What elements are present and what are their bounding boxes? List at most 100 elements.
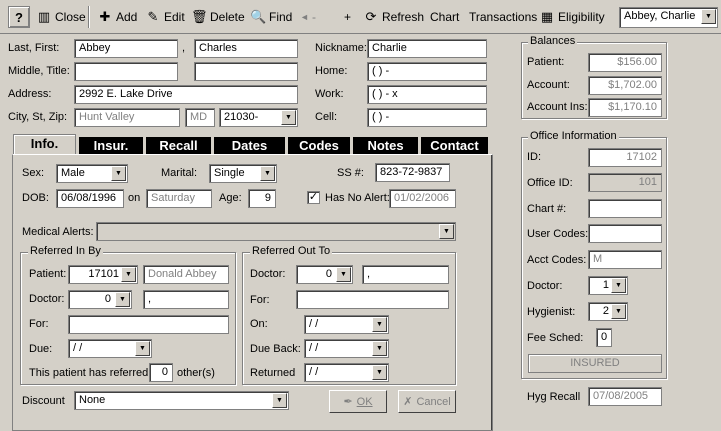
cancel-button[interactable]: ✗ Cancel <box>398 390 456 413</box>
marital-select[interactable]: Single ▼ <box>209 164 277 183</box>
ro-for-field[interactable] <box>296 290 449 309</box>
help-button[interactable]: ? <box>8 6 30 28</box>
tab-recall[interactable]: Recall <box>146 137 211 154</box>
ri-doctor-select[interactable]: 0 ▼ <box>68 290 132 309</box>
hygienist-select[interactable]: 2 ▼ <box>588 302 628 321</box>
delete-button[interactable]: 🗑 Delete <box>191 7 245 27</box>
dob-day-field: Saturday <box>146 189 212 208</box>
next-record-button[interactable]: + <box>344 7 351 27</box>
cell-phone-field[interactable]: ( ) - <box>367 108 487 127</box>
fee-sched-field[interactable]: 0 <box>596 328 612 347</box>
find-button[interactable]: 🔍 Find <box>250 7 292 27</box>
dob-field[interactable]: 06/08/1996 <box>56 189 124 208</box>
refresh-icon: ⟳ <box>365 9 377 24</box>
referred-out-title: Referred Out To <box>250 245 333 257</box>
balance-patient-label: Patient: <box>527 56 565 68</box>
ri-patient-select[interactable]: 17101 ▼ <box>68 265 138 284</box>
close-button[interactable]: ▥ Close <box>36 7 86 27</box>
work-phone-field[interactable]: ( ) - x <box>367 85 487 104</box>
last-name-field[interactable]: Abbey <box>74 39 178 58</box>
trash-icon: 🗑 <box>191 9 208 24</box>
ri-doctor-name-field: , <box>143 290 229 309</box>
insurance-status-badge: INSURED <box>528 354 662 373</box>
chevron-down-icon: ▼ <box>439 224 454 239</box>
ro-on-select[interactable]: / / ▼ <box>304 315 389 334</box>
tab-notes[interactable]: Notes <box>353 137 418 154</box>
chevron-down-icon: ▼ <box>260 166 275 181</box>
chart-button[interactable]: Chart <box>430 7 459 27</box>
ro-returned-select[interactable]: / / ▼ <box>304 363 389 382</box>
city-field[interactable]: Hunt Valley <box>74 108 180 127</box>
tab-dates[interactable]: Dates <box>214 137 285 154</box>
chevron-down-icon: ▼ <box>121 267 136 282</box>
tab-codes[interactable]: Codes <box>288 137 350 154</box>
hyg-recall-label: Hyg Recall <box>527 391 581 403</box>
ri-for-field[interactable] <box>68 315 229 334</box>
chevron-down-icon: ▼ <box>372 317 387 332</box>
discount-select[interactable]: None ▼ <box>74 391 289 410</box>
has-no-alert-checkbox[interactable]: ✓ <box>307 191 320 204</box>
office-id-label: ID: <box>527 151 542 163</box>
home-phone-field[interactable]: ( ) - <box>367 62 487 81</box>
ro-doctor-label: Doctor: <box>250 268 286 280</box>
first-name-field[interactable]: Charles <box>194 39 298 58</box>
acct-codes-field[interactable]: M <box>588 250 662 269</box>
middle-title-label: Middle, Title: <box>8 65 70 77</box>
tab-info[interactable]: Info. <box>13 134 76 155</box>
chart-number-field[interactable] <box>588 199 662 218</box>
ri-doctor-label: Doctor: <box>29 293 65 305</box>
hygienist-label: Hygienist: <box>527 306 576 318</box>
nickname-label: Nickname: <box>315 42 367 54</box>
chevron-down-icon: ▼ <box>336 267 351 282</box>
refresh-button[interactable]: ⟳ Refresh <box>363 7 424 27</box>
cancel-pen-icon: ✗ <box>403 396 413 408</box>
zip-select[interactable]: 21030- ▼ <box>219 108 298 127</box>
user-codes-field[interactable] <box>588 224 662 243</box>
nickname-field[interactable]: Charlie <box>367 39 487 58</box>
chevron-down-icon: ▼ <box>372 365 387 380</box>
chart-number-label: Chart #: <box>527 203 567 215</box>
office-id-field: 101 <box>588 173 662 192</box>
add-icon: ✚ <box>99 9 111 24</box>
ssn-field[interactable]: 823-72-9837 <box>375 163 450 182</box>
chevron-down-icon: ▼ <box>611 278 626 293</box>
ro-doctor-select[interactable]: 0 ▼ <box>296 265 353 284</box>
age-field: 9 <box>248 189 276 208</box>
home-phone-label: Home: <box>315 65 348 77</box>
ro-due-back-select[interactable]: / / ▼ <box>304 339 389 358</box>
sex-select[interactable]: Male ▼ <box>56 164 128 183</box>
chevron-down-icon: ▼ <box>372 341 387 356</box>
discount-label: Discount <box>22 395 65 407</box>
ri-patient-label: Patient: <box>29 268 67 280</box>
ro-due-back-label: Due Back: <box>250 343 301 355</box>
acct-codes-label: Acct Codes: <box>527 254 587 266</box>
eligibility-button[interactable]: ▦ Eligibility <box>539 7 605 27</box>
add-button[interactable]: ✚ Add <box>97 7 138 27</box>
doctor-label: Doctor: <box>527 280 563 292</box>
state-field[interactable]: MD <box>185 108 215 127</box>
balance-account-ins-label: Account Ins: <box>527 101 588 113</box>
ok-button[interactable]: ✒ OK <box>329 390 387 413</box>
transactions-button[interactable]: Transactions <box>469 7 537 27</box>
tab-insurance[interactable]: Insur. <box>79 137 143 154</box>
hyg-recall-field: 07/08/2005 <box>588 387 662 406</box>
tab-contact[interactable]: Contact <box>421 137 488 154</box>
middle-name-field[interactable] <box>74 62 178 81</box>
last-first-label: Last, First: <box>8 42 60 54</box>
balance-account-field: $1,702.00 <box>588 76 662 95</box>
edit-button[interactable]: ✎ Edit <box>145 7 185 27</box>
ri-due-select[interactable]: / / ▼ <box>68 339 152 358</box>
previous-record-button[interactable]: ◄ <box>300 7 309 27</box>
ri-due-label: Due: <box>29 343 53 355</box>
address-field[interactable]: 2992 E. Lake Drive <box>74 85 298 104</box>
patient-select[interactable]: Abbey, Charlie ▼ <box>619 7 718 28</box>
chevron-down-icon: ▼ <box>115 292 130 307</box>
sex-label: Sex: <box>22 167 45 179</box>
title-field[interactable] <box>194 62 298 81</box>
doctor-select[interactable]: 1 ▼ <box>588 276 628 295</box>
toolbar: ? ▥ Close ✚ Add ✎ Edit 🗑 Delete 🔍 Find ◄ - + … <box>0 0 721 34</box>
pencil-icon: ✎ <box>147 9 159 24</box>
magnifier-icon: 🔍 <box>250 9 267 24</box>
balance-account-ins-field: $1,170.10 <box>588 98 662 117</box>
medical-alerts-select[interactable]: ▼ <box>96 222 456 241</box>
